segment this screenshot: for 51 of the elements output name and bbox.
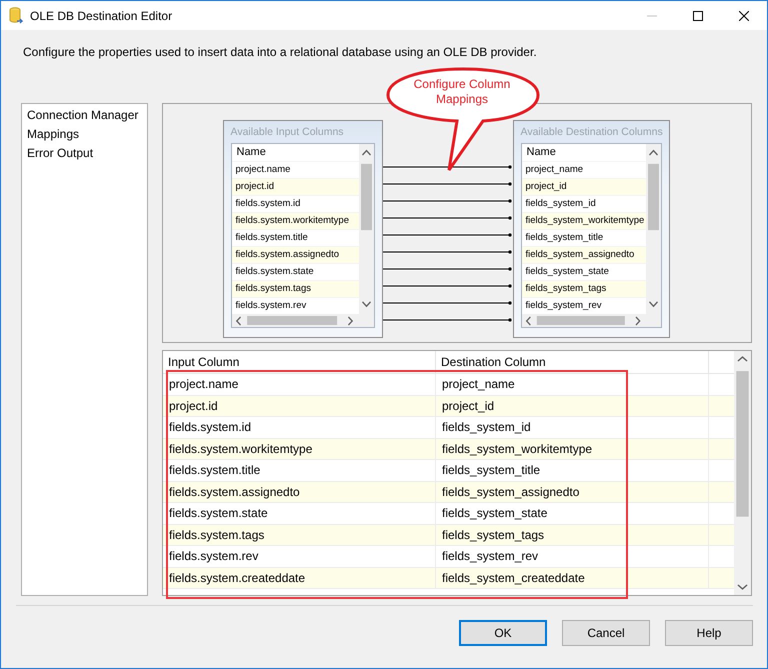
table-cell[interactable]: fields_system_tags [436, 524, 709, 545]
column-item[interactable]: fields_system_workitemtype [522, 212, 646, 229]
table-cell[interactable]: fields.system.id [163, 417, 436, 438]
column-header: Name [526, 145, 557, 160]
callout-text: Configure Column Mappings [412, 77, 512, 107]
vertical-scrollbar[interactable] [358, 144, 374, 314]
table-cell[interactable]: fields.system.assignedto [163, 482, 436, 502]
column-header: Destination Column [436, 351, 709, 373]
table-cell[interactable]: project.id [163, 396, 436, 416]
table-cell[interactable]: project.name [163, 374, 436, 394]
table-cell[interactable]: fields_system_id [436, 417, 709, 438]
table-cell[interactable]: fields_system_workitemtype [436, 438, 709, 459]
table-cell[interactable]: fields.system.state [163, 503, 436, 524]
column-item[interactable]: fields_system_tags [522, 280, 646, 297]
horizontal-scrollbar[interactable] [522, 314, 660, 327]
column-item[interactable]: project.id [232, 178, 358, 195]
dialog-button[interactable]: Cancel [562, 620, 650, 646]
column-item[interactable]: project_id [522, 178, 646, 195]
column-item[interactable]: fields.system.workitemtype [232, 212, 358, 229]
table-cell[interactable]: fields_system_rev [436, 546, 709, 566]
dialog-button[interactable]: OK [459, 620, 547, 646]
vertical-scrollbar[interactable] [734, 351, 751, 595]
table-cell[interactable]: fields.system.workitemtype [163, 438, 436, 459]
navigation-item[interactable]: Connection Manager [27, 107, 142, 123]
table-cell[interactable]: fields_system_title [436, 460, 709, 480]
list-title: Available Destination Columns [520, 125, 663, 140]
column-item[interactable]: fields_system_assignedto [522, 246, 646, 263]
dialog-button[interactable]: Help [665, 620, 753, 646]
list-title: Available Input Columns [230, 125, 344, 140]
window-title: OLE DB Destination Editor [30, 8, 174, 22]
table-cell[interactable]: fields.system.tags [163, 524, 436, 545]
table-cell[interactable]: fields.system.rev [163, 546, 436, 566]
close-icon [739, 10, 749, 20]
vertical-scrollbar[interactable] [646, 144, 660, 314]
column-header: Name [236, 145, 267, 160]
maximize-icon [693, 10, 703, 20]
table-cell[interactable]: fields_system_createddate [436, 568, 709, 588]
table-cell[interactable]: fields.system.createddate [163, 568, 436, 588]
column-item[interactable]: fields.system.assignedto [232, 246, 358, 263]
column-item[interactable]: fields.system.tags [232, 280, 358, 297]
table-cell[interactable]: project_id [436, 396, 709, 416]
table-cell[interactable]: fields.system.title [163, 460, 436, 480]
column-header: Input Column [163, 351, 436, 373]
database-icon [9, 6, 23, 24]
description-text: Configure the properties used to insert data into a relational database using an OLE DB provider. [23, 45, 538, 59]
navigation-item[interactable]: Mappings [27, 126, 142, 142]
table-cell[interactable]: fields_system_assignedto [436, 482, 709, 502]
table-cell[interactable]: fields_system_state [436, 503, 709, 524]
navigation-item[interactable]: Error Output [27, 145, 142, 161]
table-cell[interactable]: project_name [436, 374, 709, 394]
horizontal-scrollbar[interactable] [232, 314, 374, 327]
